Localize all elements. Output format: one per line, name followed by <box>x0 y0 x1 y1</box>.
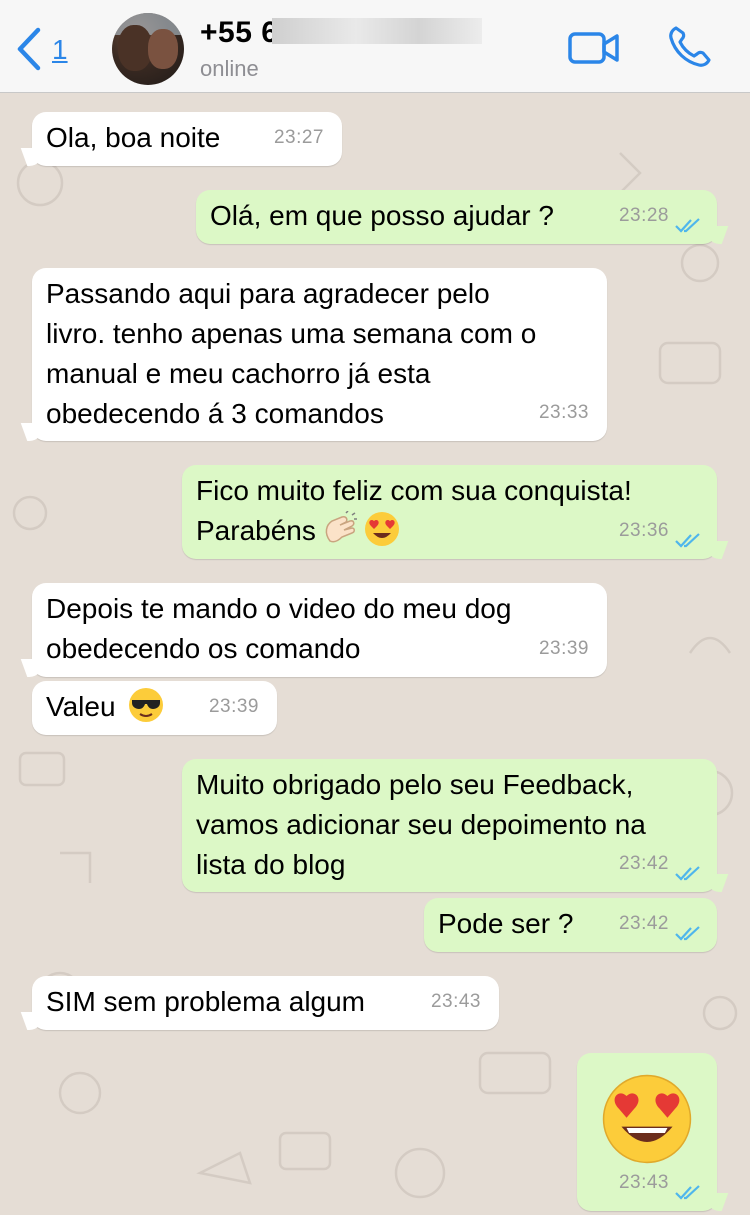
unread-count: 1 <box>52 34 68 65</box>
avatar-person-2 <box>148 29 178 69</box>
message-time: 23:27 <box>273 127 324 148</box>
heart-eyes-icon <box>364 511 399 546</box>
contact-name[interactable]: +55 6 <box>200 16 278 50</box>
chat-header: 1 +55 6 online <box>0 0 750 93</box>
message-bubble-incoming[interactable]: SIM sem problema algum 23:43 <box>32 976 499 1030</box>
message-bubble-outgoing[interactable]: Fico muito feliz com sua conquista! Para… <box>182 465 717 559</box>
message-time: 23:36 <box>618 520 669 541</box>
message-bubble-outgoing[interactable]: Pode ser ? 23:42 <box>424 898 717 952</box>
redacted-phone-number <box>272 18 482 44</box>
heart-eyes-icon <box>602 1074 692 1164</box>
message-bubble-outgoing[interactable]: 23:43 <box>577 1053 717 1211</box>
message-bubble-incoming[interactable]: Ola, boa noite 23:27 <box>32 112 342 166</box>
read-receipt-icon <box>675 866 700 881</box>
read-receipt-icon <box>675 1185 700 1200</box>
chevron-left-icon <box>17 27 41 71</box>
message-bubble-outgoing[interactable]: Muito obrigado pelo seu Feedback, vamos … <box>182 759 717 892</box>
message-bubble-incoming[interactable]: Passando aqui para agradecer pelo livro.… <box>32 268 607 441</box>
message-time: 23:39 <box>538 638 589 659</box>
message-bubble-outgoing[interactable]: Olá, em que posso ajudar ? 23:28 <box>196 190 717 244</box>
clapping-hands-icon <box>325 510 357 543</box>
avatar[interactable] <box>112 13 184 85</box>
message-time: 23:28 <box>618 205 669 226</box>
message-text: Passando aqui para agradecer pelo livro.… <box>46 278 537 429</box>
contact-status: online <box>200 56 259 81</box>
message-time: 23:43 <box>618 1172 669 1193</box>
avatar-person-1 <box>118 25 152 71</box>
message-bubble-incoming[interactable]: Depois te mando o video do meu dog obede… <box>32 583 607 677</box>
message-time: 23:39 <box>208 696 259 717</box>
sunglasses-face-icon <box>128 687 163 722</box>
message-text: Depois te mando o video do meu dog obede… <box>46 593 512 664</box>
read-receipt-icon <box>675 218 700 233</box>
message-time: 23:43 <box>430 991 481 1012</box>
back-button[interactable]: 1 <box>14 26 74 72</box>
message-bubble-incoming[interactable]: Valeu 23:39 <box>32 681 277 735</box>
message-time: 23:42 <box>618 853 669 874</box>
message-time: 23:33 <box>538 402 589 423</box>
message-text: SIM sem problema algum <box>46 986 366 1017</box>
video-call-icon[interactable] <box>568 30 620 66</box>
read-receipt-icon <box>675 533 700 548</box>
message-time: 23:42 <box>618 913 669 934</box>
read-receipt-icon <box>675 926 700 941</box>
message-list[interactable]: Ola, boa noite 23:27 Olá, em que posso a… <box>0 93 750 1215</box>
phone-icon[interactable] <box>666 24 714 68</box>
